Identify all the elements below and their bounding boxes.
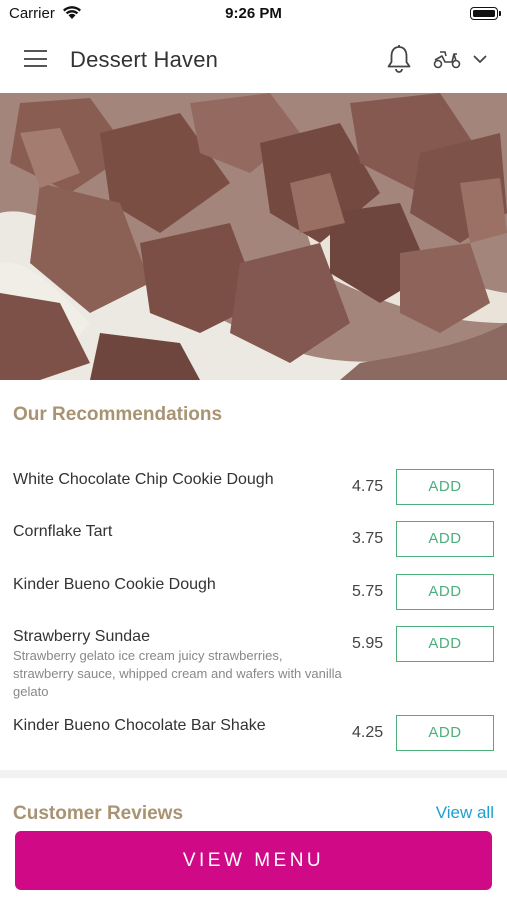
view-menu-button[interactable]: VIEW MENU xyxy=(15,831,492,890)
item-name: Kinder Bueno Cookie Dough xyxy=(13,576,216,593)
add-button[interactable]: ADD xyxy=(396,715,494,751)
app-header: Dessert Haven xyxy=(0,28,507,92)
bell-icon[interactable] xyxy=(385,44,413,74)
reviews-title: Customer Reviews xyxy=(13,803,184,824)
item-name: White Chocolate Chip Cookie Dough xyxy=(13,471,274,488)
item-price: 5.95 xyxy=(352,635,384,652)
item-price: 5.75 xyxy=(352,583,384,600)
item-price: 4.25 xyxy=(352,724,384,741)
item-name: Cornflake Tart xyxy=(13,523,113,540)
item-price: 3.75 xyxy=(352,530,384,547)
hero-image xyxy=(0,93,507,380)
cake-photo xyxy=(0,93,507,380)
item-name: Kinder Bueno Chocolate Bar Shake xyxy=(13,717,266,734)
chevron-down-icon[interactable] xyxy=(473,55,487,64)
item-description: Strawberry gelato ice cream juicy strawb… xyxy=(13,648,342,699)
add-button[interactable]: ADD xyxy=(396,574,494,610)
view-all-link[interactable]: View all xyxy=(436,803,494,823)
section-divider xyxy=(0,770,507,778)
add-button[interactable]: ADD xyxy=(396,469,494,505)
add-button[interactable]: ADD xyxy=(396,626,494,662)
clock: 9:26 PM xyxy=(225,5,282,22)
item-price: 4.75 xyxy=(352,478,384,495)
hamburger-menu-icon[interactable] xyxy=(24,50,47,67)
battery-icon xyxy=(470,7,501,20)
scooter-icon[interactable] xyxy=(432,48,462,70)
recommendations-title: Our Recommendations xyxy=(13,404,223,425)
item-name: Strawberry Sundae xyxy=(13,628,150,645)
page-title: Dessert Haven xyxy=(70,47,219,72)
status-bar: Carrier 9:26 PM xyxy=(0,0,507,28)
add-button[interactable]: ADD xyxy=(396,521,494,557)
